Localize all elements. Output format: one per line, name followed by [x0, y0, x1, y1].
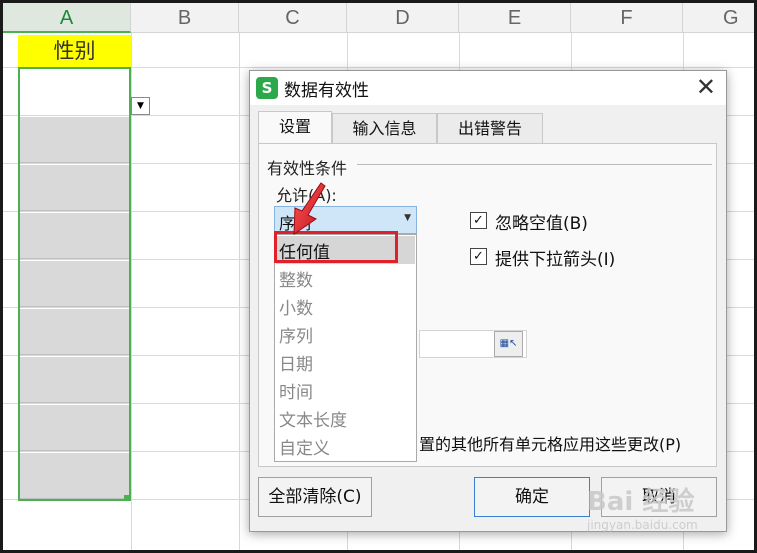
allow-combobox[interactable]: 序列 ▼ [274, 206, 417, 234]
checkmark-icon: ✓ [473, 249, 484, 264]
baidu-watermark: Bai 经验 [587, 487, 695, 517]
range-select-icon: ▦↖ [499, 338, 518, 349]
list-item[interactable]: 整数 [279, 266, 313, 291]
apply-to-all-label[interactable]: 置的其他所有单元格应用这些更改(P) [419, 431, 681, 455]
data-validation-dialog: S 数据有效性 ✕ 设置 输入信息 出错警告 有效性条件 允许(A): 序列 ▼… [249, 70, 727, 532]
column-header-g[interactable]: G [683, 3, 754, 33]
annotation-highlight-box [274, 231, 398, 263]
ignore-blank-label: 忽略空值(B) [495, 214, 588, 234]
list-item[interactable]: 小数 [279, 294, 313, 319]
close-icon[interactable]: ✕ [696, 73, 716, 101]
cell-dropdown-button[interactable]: ▼ [131, 97, 150, 115]
fill-handle[interactable] [124, 495, 130, 501]
grid-line [239, 33, 240, 550]
list-item[interactable]: 文本长度 [279, 406, 347, 431]
screenshot-frame: A B C D E F G 性别 ▼ S 数据有效性 ✕ 设置 输入信息 出错警… [0, 0, 757, 553]
group-divider [357, 164, 712, 165]
allow-options-list[interactable]: 任何值 整数 小数 序列 日期 时间 文本长度 自定义 [274, 234, 417, 462]
column-header-c[interactable]: C [239, 3, 347, 33]
tab-settings[interactable]: 设置 [258, 111, 332, 144]
list-item[interactable]: 日期 [279, 350, 313, 375]
tab-input-message[interactable]: 输入信息 [332, 113, 437, 143]
ok-button[interactable]: 确定 [474, 477, 590, 517]
dialog-titlebar[interactable]: S 数据有效性 ✕ [250, 71, 726, 105]
chevron-down-icon: ▼ [404, 213, 411, 223]
dialog-title: 数据有效性 [284, 81, 369, 101]
group-label: 有效性条件 [267, 159, 348, 178]
list-item[interactable]: 序列 [279, 322, 313, 347]
chevron-down-icon: ▼ [137, 101, 144, 111]
ignore-blank-checkbox[interactable]: ✓ [470, 212, 487, 229]
allow-label: 允许(A): [276, 186, 337, 205]
range-select-button[interactable]: ▦↖ [494, 331, 523, 357]
list-item[interactable]: 自定义 [279, 434, 330, 459]
dropdown-arrow-checkbox[interactable]: ✓ [470, 248, 487, 265]
column-header-e[interactable]: E [459, 3, 571, 33]
header-cell-gender[interactable]: 性别 [18, 35, 131, 67]
column-header-d[interactable]: D [347, 3, 459, 33]
column-header-b[interactable]: B [131, 3, 239, 33]
baidu-watermark-url: jingyan.baidu.com [587, 518, 698, 532]
clear-all-button[interactable]: 全部清除(C) [258, 477, 372, 517]
tab-error-alert[interactable]: 出错警告 [437, 113, 543, 143]
settings-panel: 有效性条件 允许(A): 序列 ▼ 任何值 整数 小数 序列 日期 时间 文本长… [258, 143, 717, 467]
list-item[interactable]: 时间 [279, 378, 313, 403]
column-header-a[interactable]: A [3, 3, 131, 33]
wps-logo-icon: S [256, 77, 278, 99]
column-header-f[interactable]: F [571, 3, 683, 33]
selection-border [18, 67, 131, 501]
checkmark-icon: ✓ [473, 213, 484, 228]
dropdown-arrow-label: 提供下拉箭头(I) [495, 250, 616, 270]
